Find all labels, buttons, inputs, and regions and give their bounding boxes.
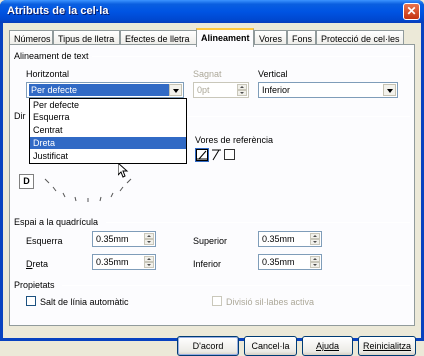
- reference-edges-label: Vores de referència: [195, 135, 274, 145]
- spacing-top-spinbox[interactable]: 0.35mm: [258, 231, 322, 247]
- tab-label: Fons: [292, 34, 313, 44]
- edge-top-icon: [212, 149, 221, 161]
- reference-edge-top-button[interactable]: [210, 149, 222, 161]
- spin-down-icon[interactable]: [310, 262, 320, 268]
- separator: [106, 222, 410, 223]
- window-title: Atributs de la cel·la: [7, 5, 109, 17]
- close-button[interactable]: ✕: [403, 3, 420, 20]
- reference-edge-cell-button[interactable]: [224, 149, 235, 160]
- horizontal-dropdown-list[interactable]: Per defecte Esquerra Centrat Dreta Justi…: [29, 98, 187, 164]
- spin-down-icon[interactable]: [310, 239, 320, 245]
- spacing-bottom-label: Inferior: [193, 259, 222, 269]
- reset-button[interactable]: Reinicialitza: [358, 336, 416, 356]
- tab-alignment[interactable]: Alineament: [196, 28, 254, 47]
- cancel-button[interactable]: Cancel·la: [244, 336, 297, 356]
- indent-spinbox: 0pt: [193, 82, 249, 98]
- horizontal-label: Horitzontal: [26, 69, 70, 79]
- spacing-right-spinbox[interactable]: 0.35mm: [92, 254, 156, 270]
- mouse-cursor-icon: [118, 163, 129, 178]
- help-button[interactable]: Ajuda: [302, 336, 353, 356]
- wrap-text-checkbox[interactable]: [26, 296, 36, 306]
- tab-label: Alineament: [201, 33, 250, 43]
- text-direction-group-label: Dir: [14, 111, 26, 121]
- option-center[interactable]: Centrat: [30, 124, 186, 136]
- hyphenation-checkbox: [212, 296, 222, 306]
- hyphenation-label: Divisió sil·labes activa: [226, 297, 315, 307]
- help-label: Ajuda: [315, 341, 340, 351]
- tab-label: Tipus de lletra: [58, 34, 115, 44]
- edge-bottom-icon: [197, 150, 207, 160]
- tab-label: Efectes de lletra: [125, 34, 190, 44]
- ok-label: D'acord: [192, 341, 224, 351]
- spacing-left-label: Esquerra: [26, 236, 63, 246]
- properties-group-label: Propietats: [14, 280, 55, 290]
- option-default[interactable]: Per defecte: [30, 99, 186, 111]
- vertical-label: Vertical: [258, 69, 288, 79]
- tab-label: Números: [14, 34, 51, 44]
- separator: [92, 56, 410, 57]
- dialog-window: Atributs de la cel·la ✕ Números Tipus de…: [0, 0, 424, 356]
- option-justified[interactable]: Justificat: [30, 150, 186, 162]
- spacing-left-spinbox[interactable]: 0.35mm: [92, 231, 156, 247]
- text-alignment-group-label: Alineament de text: [14, 51, 89, 61]
- reference-edge-bottom-button[interactable]: [195, 148, 209, 162]
- spacing-bottom-value: 0.35mm: [262, 257, 295, 267]
- chevron-down-icon[interactable]: [383, 84, 396, 96]
- spin-down-icon[interactable]: [144, 239, 154, 245]
- spacing-top-value: 0.35mm: [262, 234, 295, 244]
- spin-down-icon[interactable]: [144, 262, 154, 268]
- reset-label: Reinicialitza: [362, 341, 412, 351]
- vertical-select[interactable]: Inferior: [258, 82, 398, 98]
- vertical-stacked-button[interactable]: D: [19, 174, 34, 189]
- tab-label: Protecció de cel·les: [321, 34, 400, 44]
- ok-button[interactable]: D'acord: [177, 336, 239, 356]
- option-right[interactable]: Dreta: [30, 137, 186, 149]
- indent-value: 0pt: [197, 85, 210, 95]
- spin-down-icon: [237, 90, 247, 96]
- dialog-body: Números Tipus de lletra Efectes de lletr…: [3, 23, 421, 356]
- tab-label: Vores: [259, 34, 283, 44]
- indent-label: Sagnat: [193, 69, 222, 79]
- spacing-left-value: 0.35mm: [96, 234, 129, 244]
- stacked-letter: D: [23, 176, 30, 186]
- option-left[interactable]: Esquerra: [30, 111, 186, 123]
- horizontal-select[interactable]: Per defecte: [26, 82, 184, 98]
- horizontal-select-value: Per defecte: [29, 84, 175, 96]
- vertical-select-value: Inferior: [262, 85, 291, 95]
- separator: [62, 285, 410, 286]
- spacing-right-label: Dreta: [26, 259, 49, 269]
- separator: [186, 116, 410, 117]
- chevron-down-icon[interactable]: [169, 84, 182, 96]
- close-icon: ✕: [406, 4, 417, 18]
- wrap-text-label: Salt de línia automàtic: [40, 297, 129, 307]
- cancel-label: Cancel·la: [251, 341, 290, 351]
- spacing-top-label: Superior: [193, 236, 228, 246]
- spacing-bottom-spinbox[interactable]: 0.35mm: [258, 254, 322, 270]
- title-bar[interactable]: Atributs de la cel·la ✕: [0, 0, 424, 23]
- spacing-right-value: 0.35mm: [96, 257, 129, 267]
